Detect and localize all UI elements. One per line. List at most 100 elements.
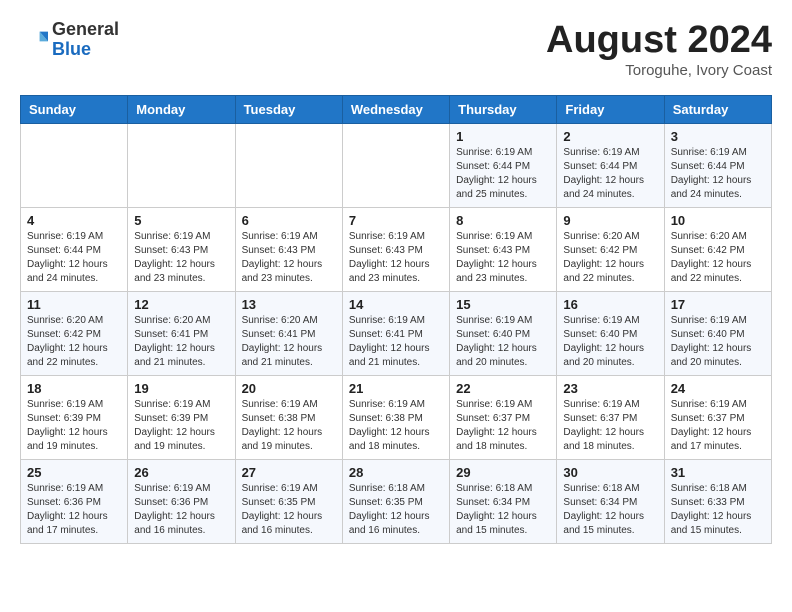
day-info: Sunrise: 6:19 AM Sunset: 6:39 PM Dayligh… xyxy=(27,398,121,454)
day-number: 26 xyxy=(134,465,228,480)
day-info: Sunrise: 6:18 AM Sunset: 6:34 PM Dayligh… xyxy=(563,482,657,538)
calendar-cell: 12Sunrise: 6:20 AM Sunset: 6:41 PM Dayli… xyxy=(128,291,235,375)
calendar-cell: 30 Sunrise: 6:18 AM Sunset: 6:34 PM Dayli… xyxy=(557,459,664,543)
day-info: Sunrise: 6:20 AM Sunset: 6:42 PM Dayligh… xyxy=(671,230,765,286)
generalblue-logo-icon xyxy=(20,26,48,54)
days-of-week-row: SundayMondayTuesdayWednesdayThursdayFrid… xyxy=(21,95,772,123)
day-number: 6 xyxy=(242,213,336,228)
day-info: Sunrise: 6:19 AM Sunset: 6:44 PM Dayligh… xyxy=(456,146,550,202)
calendar-cell: 5 Sunrise: 6:19 AM Sunset: 6:43 PM Daylig… xyxy=(128,207,235,291)
day-header-wednesday: Wednesday xyxy=(342,95,449,123)
calendar-cell: 2 Sunrise: 6:19 AM Sunset: 6:44 PM Daylig… xyxy=(557,123,664,207)
day-info: Sunrise: 6:19 AM Sunset: 6:44 PM Dayligh… xyxy=(671,146,765,202)
day-info: Sunrise: 6:19 AM Sunset: 6:38 PM Dayligh… xyxy=(349,398,443,454)
day-info: Sunrise: 6:19 AM Sunset: 6:43 PM Dayligh… xyxy=(134,230,228,286)
day-info: Sunrise: 6:19 AM Sunset: 6:39 PM Dayligh… xyxy=(134,398,228,454)
day-number: 25 xyxy=(27,465,121,480)
calendar-cell: 1 Sunrise: 6:19 AM Sunset: 6:44 PM Daylig… xyxy=(450,123,557,207)
calendar-cell xyxy=(128,123,235,207)
location-subtitle: Toroguhe, Ivory Coast xyxy=(546,62,772,79)
day-info: Sunrise: 6:19 AM Sunset: 6:36 PM Dayligh… xyxy=(27,482,121,538)
day-number: 14 xyxy=(349,297,443,312)
day-info: Sunrise: 6:18 AM Sunset: 6:34 PM Dayligh… xyxy=(456,482,550,538)
day-info: Sunrise: 6:19 AM Sunset: 6:37 PM Dayligh… xyxy=(563,398,657,454)
calendar-cell: 11Sunrise: 6:20 AM Sunset: 6:42 PM Dayli… xyxy=(21,291,128,375)
calendar-week-3: 11Sunrise: 6:20 AM Sunset: 6:42 PM Dayli… xyxy=(21,291,772,375)
day-number: 8 xyxy=(456,213,550,228)
main-title: August 2024 xyxy=(546,20,772,62)
calendar-cell: 19 Sunrise: 6:19 AM Sunset: 6:39 PM Dayli… xyxy=(128,375,235,459)
day-number: 30 xyxy=(563,465,657,480)
day-number: 31 xyxy=(671,465,765,480)
day-number: 12 xyxy=(134,297,228,312)
day-number: 9 xyxy=(563,213,657,228)
day-number: 23 xyxy=(563,381,657,396)
calendar-cell: 26Sunrise: 6:19 AM Sunset: 6:36 PM Dayli… xyxy=(128,459,235,543)
calendar-week-2: 4 Sunrise: 6:19 AM Sunset: 6:44 PM Daylig… xyxy=(21,207,772,291)
calendar-header: SundayMondayTuesdayWednesdayThursdayFrid… xyxy=(21,95,772,123)
day-info: Sunrise: 6:18 AM Sunset: 6:35 PM Dayligh… xyxy=(349,482,443,538)
day-info: Sunrise: 6:19 AM Sunset: 6:44 PM Dayligh… xyxy=(27,230,121,286)
day-number: 18 xyxy=(27,381,121,396)
calendar-cell: 7Sunrise: 6:19 AM Sunset: 6:43 PM Daylig… xyxy=(342,207,449,291)
day-header-friday: Friday xyxy=(557,95,664,123)
calendar-cell: 18 Sunrise: 6:19 AM Sunset: 6:39 PM Dayli… xyxy=(21,375,128,459)
day-number: 5 xyxy=(134,213,228,228)
calendar-cell: 27Sunrise: 6:19 AM Sunset: 6:35 PM Dayli… xyxy=(235,459,342,543)
calendar-cell: 3 Sunrise: 6:19 AM Sunset: 6:44 PM Daylig… xyxy=(664,123,771,207)
calendar-cell: 15 Sunrise: 6:19 AM Sunset: 6:40 PM Dayli… xyxy=(450,291,557,375)
calendar-cell: 8 Sunrise: 6:19 AM Sunset: 6:43 PM Daylig… xyxy=(450,207,557,291)
day-info: Sunrise: 6:20 AM Sunset: 6:42 PM Dayligh… xyxy=(563,230,657,286)
calendar-cell: 24 Sunrise: 6:19 AM Sunset: 6:37 PM Dayli… xyxy=(664,375,771,459)
day-info: Sunrise: 6:19 AM Sunset: 6:40 PM Dayligh… xyxy=(671,314,765,370)
day-info: Sunrise: 6:19 AM Sunset: 6:44 PM Dayligh… xyxy=(563,146,657,202)
logo-text: General Blue xyxy=(52,20,119,60)
day-number: 1 xyxy=(456,129,550,144)
calendar-cell xyxy=(21,123,128,207)
calendar-cell: 4 Sunrise: 6:19 AM Sunset: 6:44 PM Daylig… xyxy=(21,207,128,291)
day-number: 11 xyxy=(27,297,121,312)
day-number: 20 xyxy=(242,381,336,396)
calendar-week-1: 1 Sunrise: 6:19 AM Sunset: 6:44 PM Daylig… xyxy=(21,123,772,207)
day-number: 4 xyxy=(27,213,121,228)
day-info: Sunrise: 6:19 AM Sunset: 6:41 PM Dayligh… xyxy=(349,314,443,370)
day-info: Sunrise: 6:19 AM Sunset: 6:43 PM Dayligh… xyxy=(242,230,336,286)
calendar-cell: 13 Sunrise: 6:20 AM Sunset: 6:41 PM Dayli… xyxy=(235,291,342,375)
day-info: Sunrise: 6:19 AM Sunset: 6:40 PM Dayligh… xyxy=(456,314,550,370)
calendar-cell: 9 Sunrise: 6:20 AM Sunset: 6:42 PM Daylig… xyxy=(557,207,664,291)
day-header-tuesday: Tuesday xyxy=(235,95,342,123)
day-number: 22 xyxy=(456,381,550,396)
day-number: 15 xyxy=(456,297,550,312)
calendar-body: 1 Sunrise: 6:19 AM Sunset: 6:44 PM Daylig… xyxy=(21,123,772,543)
title-block: August 2024 Toroguhe, Ivory Coast xyxy=(546,20,772,79)
logo: General Blue xyxy=(20,20,119,60)
calendar-cell: 31 Sunrise: 6:18 AM Sunset: 6:33 PM Dayli… xyxy=(664,459,771,543)
day-info: Sunrise: 6:20 AM Sunset: 6:41 PM Dayligh… xyxy=(242,314,336,370)
day-header-sunday: Sunday xyxy=(21,95,128,123)
day-number: 3 xyxy=(671,129,765,144)
day-info: Sunrise: 6:19 AM Sunset: 6:43 PM Dayligh… xyxy=(456,230,550,286)
calendar-week-4: 18 Sunrise: 6:19 AM Sunset: 6:39 PM Dayli… xyxy=(21,375,772,459)
calendar-cell: 23 Sunrise: 6:19 AM Sunset: 6:37 PM Dayli… xyxy=(557,375,664,459)
day-header-saturday: Saturday xyxy=(664,95,771,123)
day-number: 19 xyxy=(134,381,228,396)
logo-general: General xyxy=(52,19,119,39)
day-info: Sunrise: 6:18 AM Sunset: 6:33 PM Dayligh… xyxy=(671,482,765,538)
calendar-cell: 10Sunrise: 6:20 AM Sunset: 6:42 PM Dayli… xyxy=(664,207,771,291)
day-number: 21 xyxy=(349,381,443,396)
calendar-cell: 16Sunrise: 6:19 AM Sunset: 6:40 PM Dayli… xyxy=(557,291,664,375)
day-info: Sunrise: 6:19 AM Sunset: 6:37 PM Dayligh… xyxy=(456,398,550,454)
day-number: 13 xyxy=(242,297,336,312)
day-info: Sunrise: 6:19 AM Sunset: 6:38 PM Dayligh… xyxy=(242,398,336,454)
day-info: Sunrise: 6:19 AM Sunset: 6:35 PM Dayligh… xyxy=(242,482,336,538)
calendar-cell: 28Sunrise: 6:18 AM Sunset: 6:35 PM Dayli… xyxy=(342,459,449,543)
day-number: 29 xyxy=(456,465,550,480)
calendar-cell: 22 Sunrise: 6:19 AM Sunset: 6:37 PM Dayli… xyxy=(450,375,557,459)
day-info: Sunrise: 6:19 AM Sunset: 6:37 PM Dayligh… xyxy=(671,398,765,454)
calendar-cell: 6 Sunrise: 6:19 AM Sunset: 6:43 PM Daylig… xyxy=(235,207,342,291)
day-number: 7 xyxy=(349,213,443,228)
calendar-cell: 21 Sunrise: 6:19 AM Sunset: 6:38 PM Dayli… xyxy=(342,375,449,459)
day-number: 2 xyxy=(563,129,657,144)
day-number: 24 xyxy=(671,381,765,396)
calendar-table: SundayMondayTuesdayWednesdayThursdayFrid… xyxy=(20,95,772,544)
